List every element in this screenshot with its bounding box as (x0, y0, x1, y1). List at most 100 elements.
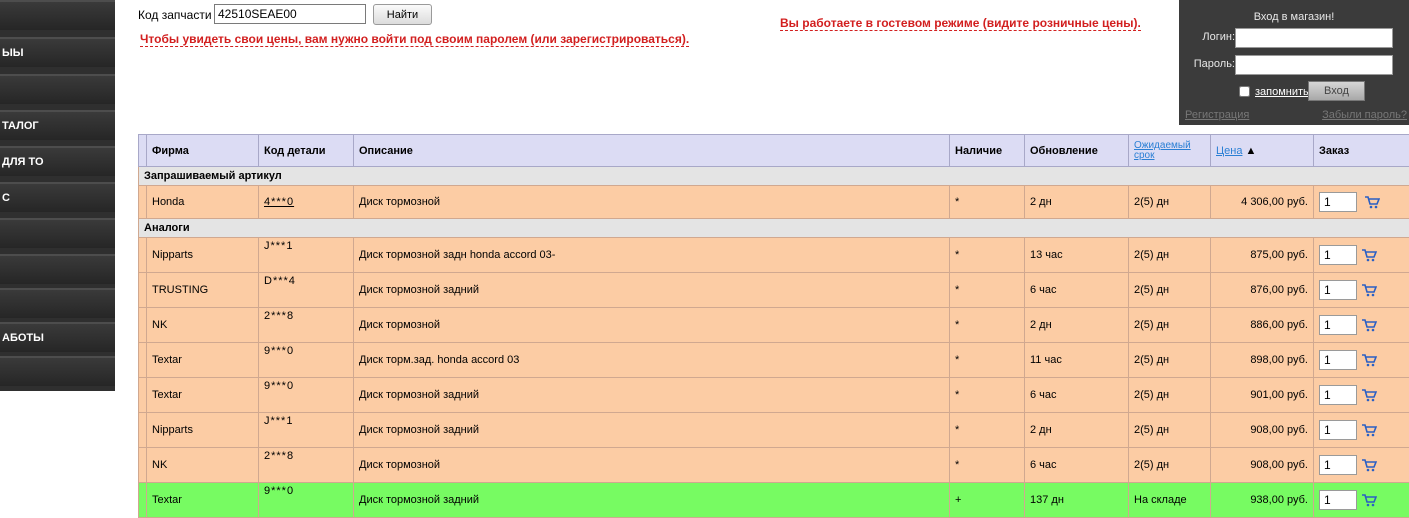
login-input[interactable] (1235, 28, 1393, 48)
sidebar-item[interactable] (0, 356, 115, 386)
cell-price: 4 306,00 руб. (1211, 186, 1314, 219)
shopping-cart-icon[interactable] (1361, 248, 1377, 262)
shopping-cart-icon[interactable] (1361, 458, 1377, 472)
header-firm: Фирма (147, 135, 259, 167)
cell-expected: 2(5) дн (1129, 378, 1211, 413)
shopping-cart-icon[interactable] (1361, 353, 1377, 367)
cell-code[interactable]: 9***0 (259, 343, 354, 378)
shopping-cart-icon[interactable] (1364, 195, 1380, 209)
cell-firm: NK (147, 448, 259, 483)
row-stub (139, 343, 147, 378)
quantity-input[interactable] (1319, 420, 1357, 440)
cell-description: Диск тормозной задний (354, 378, 950, 413)
quantity-input[interactable] (1319, 280, 1357, 300)
cell-code[interactable]: 2***8 (259, 448, 354, 483)
search-button[interactable]: Найти (373, 4, 432, 25)
sort-expected-link-2[interactable]: срок (1134, 150, 1155, 161)
cell-code[interactable]: 9***0 (259, 378, 354, 413)
login-panel: Вход в магазин! Логин: Пароль: запомнить… (1179, 0, 1409, 125)
register-link[interactable]: Регистрация (1185, 109, 1249, 121)
quantity-input[interactable] (1319, 490, 1357, 510)
table-row: NippartsJ***1Диск тормозной задн honda a… (139, 238, 1409, 273)
cell-code[interactable]: D***4 (259, 273, 354, 308)
header-order: Заказ (1314, 135, 1409, 167)
table-row: Honda 4***0 Диск тормозной * 2 дн 2(5) д… (139, 186, 1409, 219)
sidebar-item[interactable] (0, 288, 115, 318)
sort-price-link[interactable]: Цена (1216, 145, 1242, 157)
table-row: NippartsJ***1Диск тормозной задний*2 дн2… (139, 413, 1409, 448)
remember-checkbox[interactable] (1239, 86, 1250, 97)
cell-update: 6 час (1025, 273, 1129, 308)
cell-expected: 2(5) дн (1129, 413, 1211, 448)
cell-expected: 2(5) дн (1129, 238, 1211, 273)
quantity-input[interactable] (1319, 192, 1357, 212)
cell-code[interactable]: 2***8 (259, 308, 354, 343)
sidebar-item[interactable] (0, 218, 115, 248)
header-expected[interactable]: Ожидаемый срок (1129, 135, 1211, 167)
sidebar-item[interactable]: ТАЛОГ (0, 110, 115, 140)
table-row: NK2***8Диск тормозной*6 час2(5) дн908,00… (139, 448, 1409, 483)
login-label: Логин: (1179, 31, 1235, 43)
password-input[interactable] (1235, 55, 1393, 75)
header-availability: Наличие (950, 135, 1025, 167)
login-title: Вход в магазин! (1179, 11, 1409, 23)
cell-order (1314, 378, 1409, 413)
cell-price: 876,00 руб. (1211, 273, 1314, 308)
shopping-cart-icon[interactable] (1361, 318, 1377, 332)
row-stub (139, 308, 147, 343)
cell-firm: NK (147, 308, 259, 343)
sidebar-item[interactable] (0, 254, 115, 284)
forgot-password-link[interactable]: Забыли пароль? (1322, 109, 1407, 121)
cell-code[interactable]: 9***0 (259, 483, 354, 518)
cell-expected: 2(5) дн (1129, 308, 1211, 343)
cell-code[interactable]: J***1 (259, 413, 354, 448)
table-row: Textar9***0Диск торм.зад. honda accord 0… (139, 343, 1409, 378)
cell-availability: * (950, 378, 1025, 413)
sidebar-item[interactable]: С (0, 182, 115, 212)
shopping-cart-icon[interactable] (1361, 388, 1377, 402)
row-stub (139, 448, 147, 483)
cell-code[interactable]: 4***0 (259, 186, 354, 219)
cell-price: 908,00 руб. (1211, 413, 1314, 448)
part-code-input[interactable] (214, 4, 366, 24)
quantity-input[interactable] (1319, 315, 1357, 335)
quantity-input[interactable] (1319, 455, 1357, 475)
shopping-cart-icon[interactable] (1361, 493, 1377, 507)
cell-description: Диск тормозной задний (354, 273, 950, 308)
quantity-input[interactable] (1319, 350, 1357, 370)
cell-firm: Textar (147, 343, 259, 378)
cell-availability: * (950, 186, 1025, 219)
cell-firm: Textar (147, 483, 259, 518)
cell-availability: * (950, 308, 1025, 343)
cell-availability: + (950, 483, 1025, 518)
cell-availability: * (950, 343, 1025, 378)
cell-description: Диск тормозной задн honda accord 03- (354, 238, 950, 273)
shopping-cart-icon[interactable] (1361, 283, 1377, 297)
sidebar-item[interactable] (0, 74, 115, 104)
cell-expected: 2(5) дн (1129, 448, 1211, 483)
sidebar-item[interactable]: АБОТЫ (0, 322, 115, 352)
sidebar-item[interactable]: ДЛЯ ТО (0, 146, 115, 176)
cell-order (1314, 448, 1409, 483)
table-row: Textar9***0Диск тормозной задний+137 днН… (139, 483, 1409, 518)
cell-description: Диск торм.зад. honda accord 03 (354, 343, 950, 378)
guest-mode-notice: Вы работаете в гостевом режиме (видите р… (780, 16, 1141, 31)
shopping-cart-icon[interactable] (1361, 423, 1377, 437)
cell-expected: 2(5) дн (1129, 186, 1211, 219)
sidebar-item[interactable]: ЫЫ (0, 37, 115, 67)
cell-expected: 2(5) дн (1129, 343, 1211, 378)
cell-firm: Nipparts (147, 238, 259, 273)
sidebar-item[interactable] (0, 0, 115, 30)
quantity-input[interactable] (1319, 245, 1357, 265)
quantity-input[interactable] (1319, 385, 1357, 405)
cell-firm: TRUSTING (147, 273, 259, 308)
cell-code[interactable]: J***1 (259, 238, 354, 273)
remember-label[interactable]: запомнить (1255, 86, 1309, 98)
row-stub (139, 413, 147, 448)
header-price[interactable]: Цена ▲ (1211, 135, 1314, 167)
cell-description: Диск тормозной (354, 308, 950, 343)
cell-update: 2 дн (1025, 413, 1129, 448)
login-button[interactable]: Вход (1308, 81, 1365, 101)
login-hint-link[interactable]: Чтобы увидеть свои цены, вам нужно войти… (140, 32, 689, 47)
row-stub (139, 483, 147, 518)
